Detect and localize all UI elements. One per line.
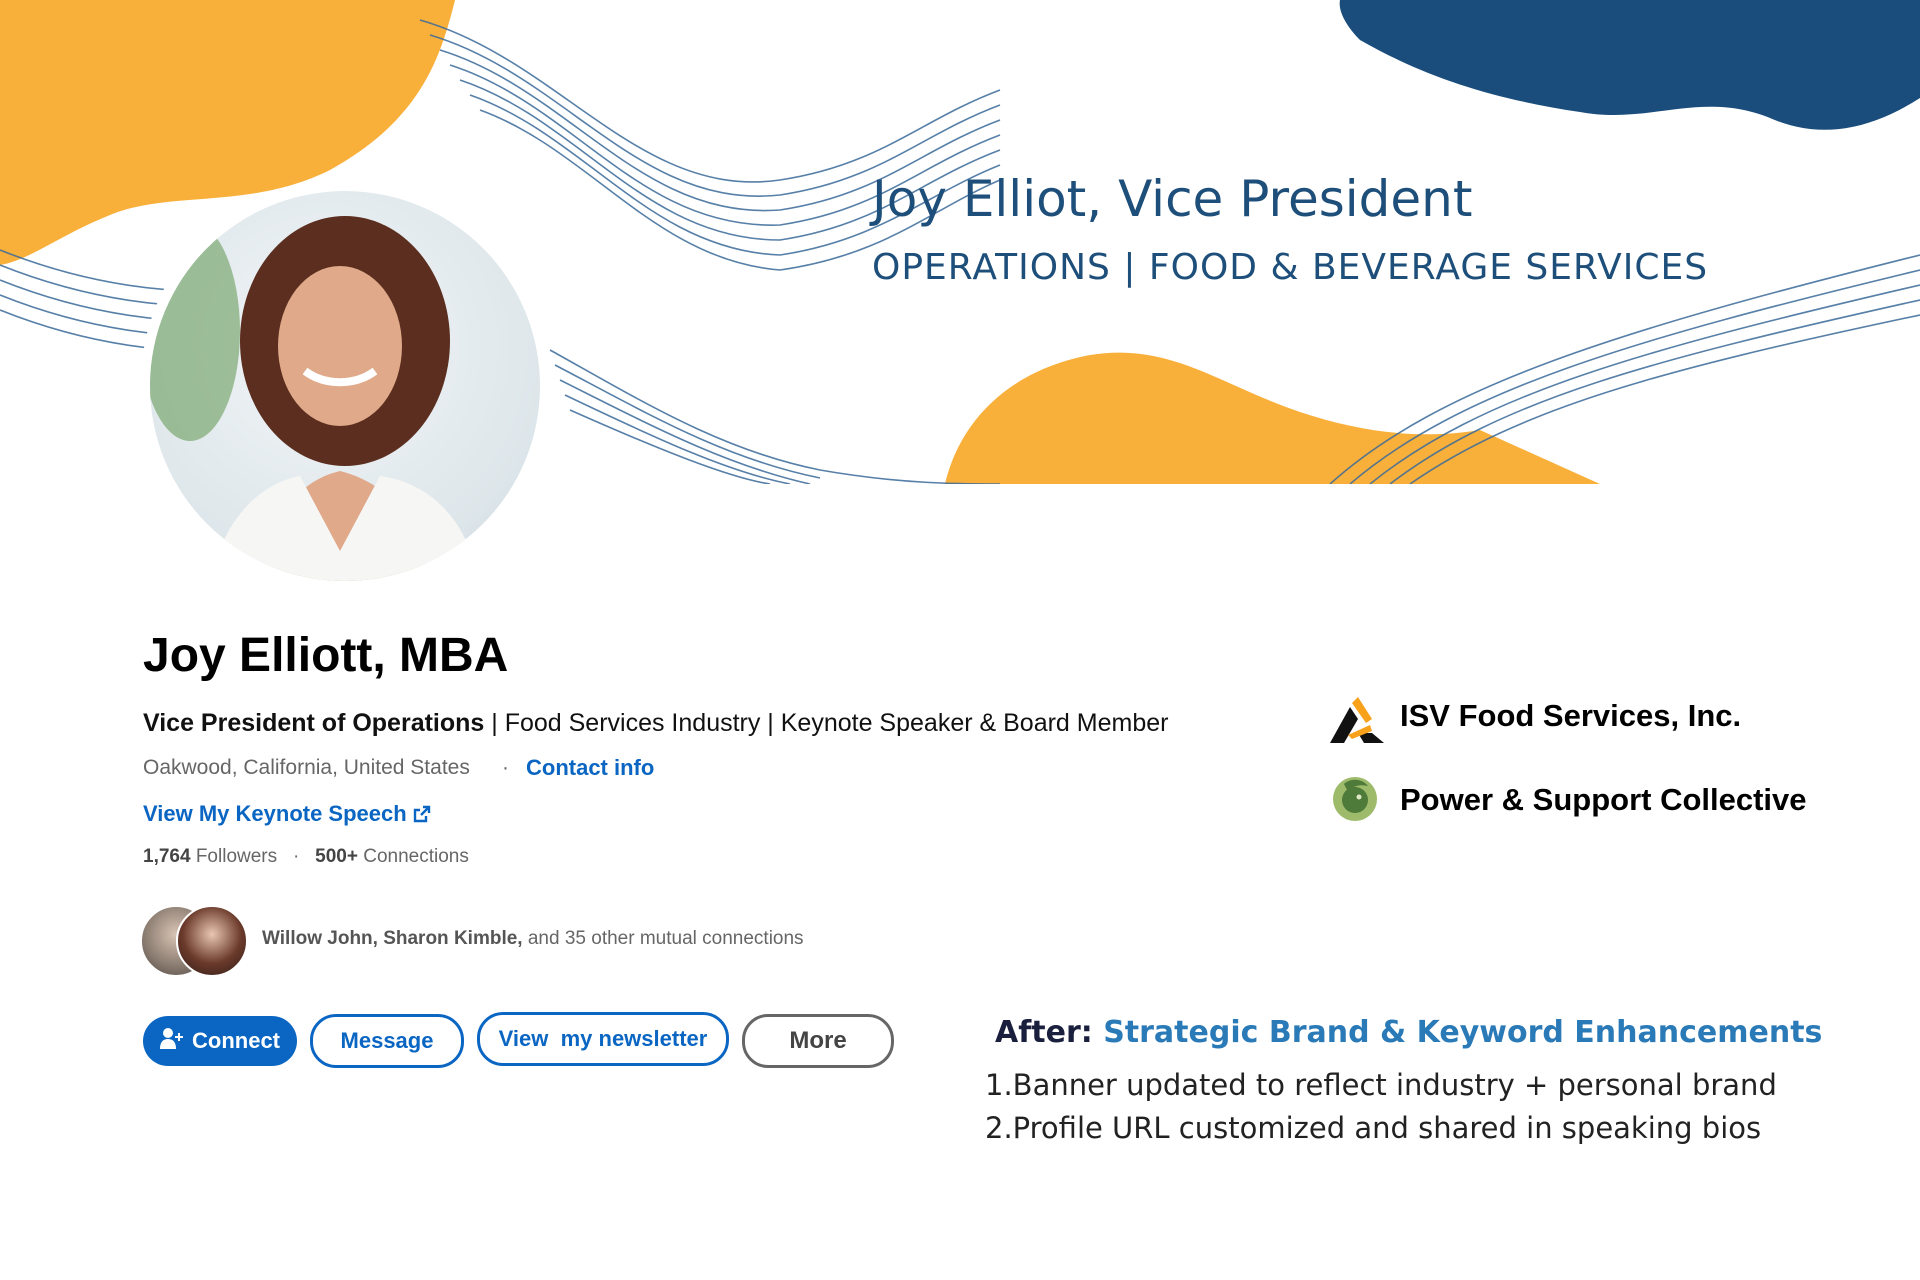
- after-label: After:: [995, 1015, 1093, 1050]
- mutual-connections[interactable]: Willow John, Sharon Kimble, and 35 other…: [262, 928, 804, 950]
- keynote-speech-link[interactable]: View My Keynote Speech: [143, 801, 431, 827]
- enhancement-item: 2.Profile URL customized and shared in s…: [985, 1111, 1762, 1145]
- newsletter-label: View my newsletter: [498, 1026, 708, 1051]
- enhancement-item: 1.Banner updated to reflect industry + p…: [985, 1068, 1777, 1102]
- connections-count: 500+: [315, 846, 358, 867]
- isv-logo-icon: [1328, 697, 1386, 750]
- connections-label: Connections: [357, 846, 469, 867]
- company-name[interactable]: Power & Support Collective: [1400, 782, 1807, 818]
- headline-details: | Food Services Industry | Keynote Speak…: [484, 709, 1169, 737]
- mutual-avatar: [176, 905, 248, 977]
- separator-dot: ·: [282, 846, 310, 867]
- keynote-link-label: View My Keynote Speech: [143, 801, 407, 826]
- avatar-portrait: [150, 216, 479, 581]
- separator-dot: ·: [502, 756, 509, 779]
- profile-location: Oakwood, California, United States: [143, 756, 470, 779]
- more-button[interactable]: More: [742, 1014, 894, 1068]
- connect-label: Connect: [192, 1028, 280, 1053]
- profile-stats: 1,764 Followers · 500+ Connections: [143, 846, 469, 868]
- profile-name: Joy Elliott, MBA: [143, 629, 509, 682]
- add-person-icon: [160, 1027, 184, 1055]
- message-button[interactable]: Message: [310, 1014, 464, 1068]
- mutual-rest: and 35 other mutual connections: [522, 928, 804, 949]
- mutual-names: Willow John, Sharon Kimble,: [262, 928, 523, 949]
- banner-subtitle: OPERATIONS | FOOD & BEVERAGE SERVICES: [872, 247, 1709, 288]
- external-link-icon: [413, 801, 431, 826]
- connect-button[interactable]: Connect: [143, 1016, 297, 1066]
- banner-title: Joy Elliot, Vice President: [872, 170, 1473, 228]
- newsletter-button[interactable]: View my newsletter: [477, 1012, 729, 1066]
- profile-headline: Vice President of Operations | Food Serv…: [143, 709, 1168, 738]
- headline-title: Vice President of Operations: [143, 709, 485, 737]
- lion-logo-icon: [1330, 774, 1380, 829]
- after-value: Strategic Brand & Keyword Enhancements: [1092, 1015, 1823, 1050]
- followers-count: 1,764: [143, 846, 191, 867]
- mutual-avatars[interactable]: [140, 905, 250, 977]
- avatar[interactable]: [150, 191, 540, 581]
- company-name[interactable]: ISV Food Services, Inc.: [1400, 698, 1741, 734]
- followers-label: Followers: [190, 846, 278, 867]
- contact-info-link[interactable]: Contact info: [526, 755, 654, 781]
- enhancements-heading: After: Strategic Brand & Keyword Enhance…: [995, 1015, 1822, 1050]
